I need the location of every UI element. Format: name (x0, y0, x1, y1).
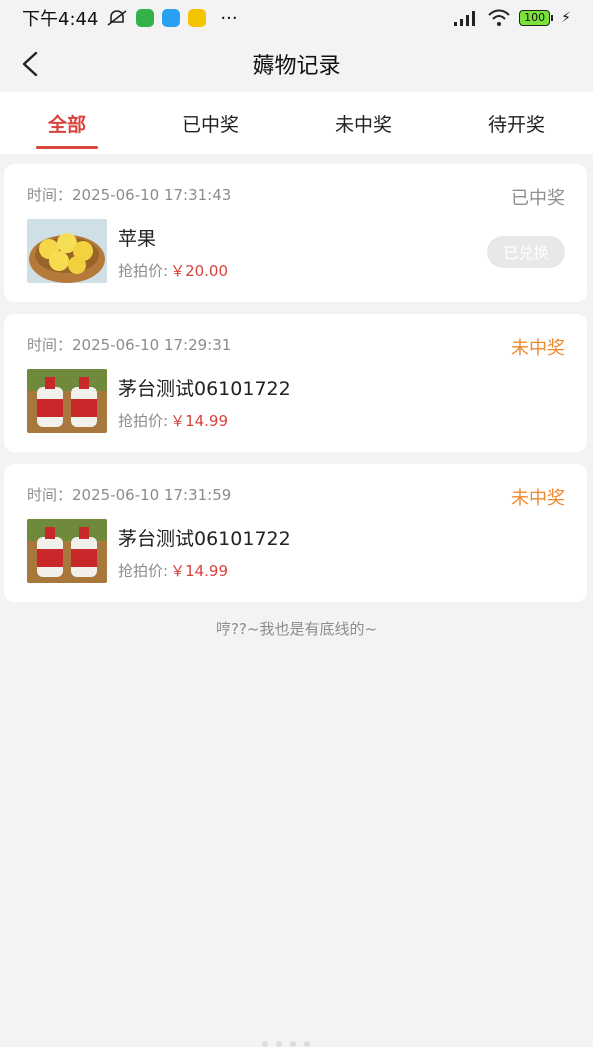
record-list: 时间：2025-06-10 17:31:43 已中奖 苹果 抢拍价: ￥20.00… (0, 154, 593, 602)
indicator-dot (290, 1041, 296, 1047)
more-notifications: ··· (220, 7, 238, 29)
tab-not-won[interactable]: 未中奖 (325, 102, 402, 145)
time-value: 2025-06-10 17:29:31 (72, 336, 232, 354)
product-image-moutai (27, 519, 107, 583)
battery-level: 100 (519, 10, 551, 26)
message-app-icon (162, 9, 181, 27)
price-label: 抢拍价: (118, 562, 169, 580)
time-label: 时间： (27, 336, 73, 354)
status-badge: 未中奖 (511, 488, 565, 509)
time-label: 时间： (27, 186, 73, 204)
indicator-dot (304, 1041, 310, 1047)
time-value: 2025-06-10 17:31:59 (72, 486, 232, 504)
status-time: 下午4:44 (22, 9, 99, 30)
status-badge: 未中奖 (511, 338, 565, 359)
product-image-apple (27, 219, 107, 283)
price-row: 抢拍价: ￥14.99 (118, 560, 228, 581)
price-row: 抢拍价: ￥14.99 (118, 410, 228, 431)
navigation-bar: 薅物记录 (0, 36, 593, 92)
product-name: 茅台测试06101722 (118, 378, 291, 400)
tab-pending[interactable]: 待开奖 (478, 102, 555, 145)
wechat-app-icon (136, 9, 155, 27)
product-name: 茅台测试06101722 (118, 528, 291, 550)
product-name: 苹果 (118, 228, 157, 250)
back-button[interactable] (14, 48, 46, 80)
tab-all[interactable]: 全部 (35, 102, 99, 149)
chevron-left-icon (22, 51, 38, 77)
price-value: ￥20.00 (170, 262, 229, 280)
time-label: 时间： (27, 486, 73, 504)
indicator-dot (262, 1041, 268, 1047)
charging-icon: ⚡ (561, 10, 571, 26)
price-label: 抢拍价: (118, 412, 169, 430)
meituan-app-icon (188, 9, 207, 27)
status-bar: 下午4:44 ··· 100 ⚡ (0, 0, 593, 36)
signal-icon (454, 11, 476, 26)
price-row: 抢拍价: ￥20.00 (118, 260, 228, 281)
record-time: 时间：2025-06-10 17:29:31 (27, 334, 231, 355)
wifi-icon (488, 9, 510, 26)
redeemed-button[interactable]: 已兑换 (487, 236, 565, 268)
tab-won[interactable]: 已中奖 (172, 102, 249, 145)
price-value: ￥14.99 (170, 562, 229, 580)
indicator-dot (276, 1041, 282, 1047)
status-badge: 已中奖 (511, 188, 565, 209)
record-time: 时间：2025-06-10 17:31:59 (27, 484, 231, 505)
status-left: 下午4:44 ··· (22, 5, 238, 31)
product-image-moutai (27, 369, 107, 433)
page-title: 薅物记录 (252, 54, 341, 79)
record-card[interactable]: 时间：2025-06-10 17:31:43 已中奖 苹果 抢拍价: ￥20.00… (4, 164, 587, 302)
time-value: 2025-06-10 17:31:43 (72, 186, 232, 204)
battery-icon: 100 (519, 10, 554, 26)
battery-tip (551, 15, 554, 21)
filter-tabs: 全部 已中奖 未中奖 待开奖 (0, 92, 593, 154)
home-indicator (262, 1041, 310, 1047)
price-value: ￥14.99 (170, 412, 229, 430)
record-card[interactable]: 时间：2025-06-10 17:31:59 未中奖 茅台测试06101722 … (4, 464, 587, 602)
muted-bell-icon (107, 10, 127, 26)
record-time: 时间：2025-06-10 17:31:43 (27, 184, 231, 205)
record-card[interactable]: 时间：2025-06-10 17:29:31 未中奖 茅台测试06101722 … (4, 314, 587, 452)
status-right: 100 ⚡ (453, 9, 571, 27)
price-label: 抢拍价: (118, 262, 169, 280)
end-of-list-note: 哼??~我也是有底线的~ (215, 620, 378, 638)
